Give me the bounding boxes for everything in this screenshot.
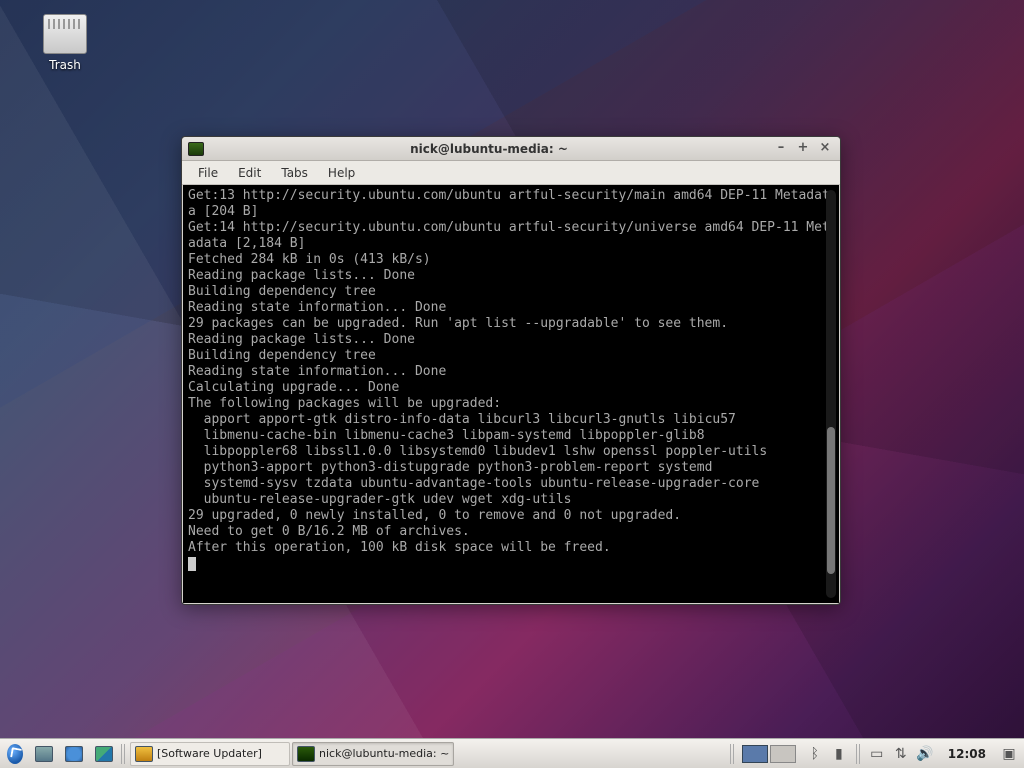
start-menu-button[interactable] [2,742,28,766]
terminal-cursor [188,557,196,571]
taskbar-item-software-updater[interactable]: [Software Updater] [130,742,290,766]
terminal-app-icon [188,142,204,156]
terminal-output[interactable]: Get:13 http://security.ubuntu.com/ubuntu… [184,186,838,602]
minimize-button[interactable]: – [772,141,790,157]
menu-edit[interactable]: Edit [228,164,271,182]
desktop-icon-trash[interactable]: Trash [30,14,100,72]
taskbar-separator [121,744,127,764]
titlebar[interactable]: nick@lubuntu-media: ~ – + × [182,137,840,161]
tray-misc-icon[interactable]: ▮ [830,746,848,762]
terminal-icon [297,746,315,762]
workspace-1[interactable] [742,745,768,763]
taskbar-item-terminal[interactable]: nick@lubuntu-media: ~ [292,742,454,766]
scrollbar-thumb[interactable] [827,427,835,574]
launcher-web-browser[interactable] [60,742,88,766]
folder-icon [95,746,113,762]
file-manager-icon [35,746,53,762]
menu-help[interactable]: Help [318,164,365,182]
taskbar-separator [730,744,734,764]
tray-separator [856,744,860,764]
taskbar-item-label: [Software Updater] [157,747,262,760]
maximize-button[interactable]: + [794,141,812,157]
clock[interactable]: 12:08 [940,747,994,761]
menu-tabs[interactable]: Tabs [271,164,318,182]
show-desktop-icon[interactable]: ▣ [1000,746,1018,762]
bluetooth-icon[interactable]: ᛒ [806,746,824,762]
globe-icon [65,746,83,762]
trash-icon [43,14,87,54]
volume-icon[interactable]: 🔊 [916,746,934,762]
lubuntu-logo-icon [7,744,23,764]
close-button[interactable]: × [816,141,834,157]
software-updater-icon [135,746,153,762]
system-tray: ᛒ ▮ ▭ ⇅ 🔊 12:08 ▣ [736,744,1024,764]
launcher-files[interactable] [90,742,118,766]
workspace-pager [742,745,796,763]
network-icon[interactable]: ⇅ [892,746,910,762]
menu-file[interactable]: File [188,164,228,182]
taskbar-item-label: nick@lubuntu-media: ~ [319,747,449,760]
workspace-2[interactable] [770,745,796,763]
taskbar: [Software Updater] nick@lubuntu-media: ~… [0,738,1024,768]
trash-label: Trash [30,58,100,72]
launcher-file-manager[interactable] [30,742,58,766]
terminal-window: nick@lubuntu-media: ~ – + × File Edit Ta… [181,136,841,605]
terminal-scrollbar[interactable] [826,190,836,598]
menubar: File Edit Tabs Help [182,161,840,185]
window-title: nick@lubuntu-media: ~ [210,142,768,156]
battery-icon[interactable]: ▭ [868,746,886,762]
